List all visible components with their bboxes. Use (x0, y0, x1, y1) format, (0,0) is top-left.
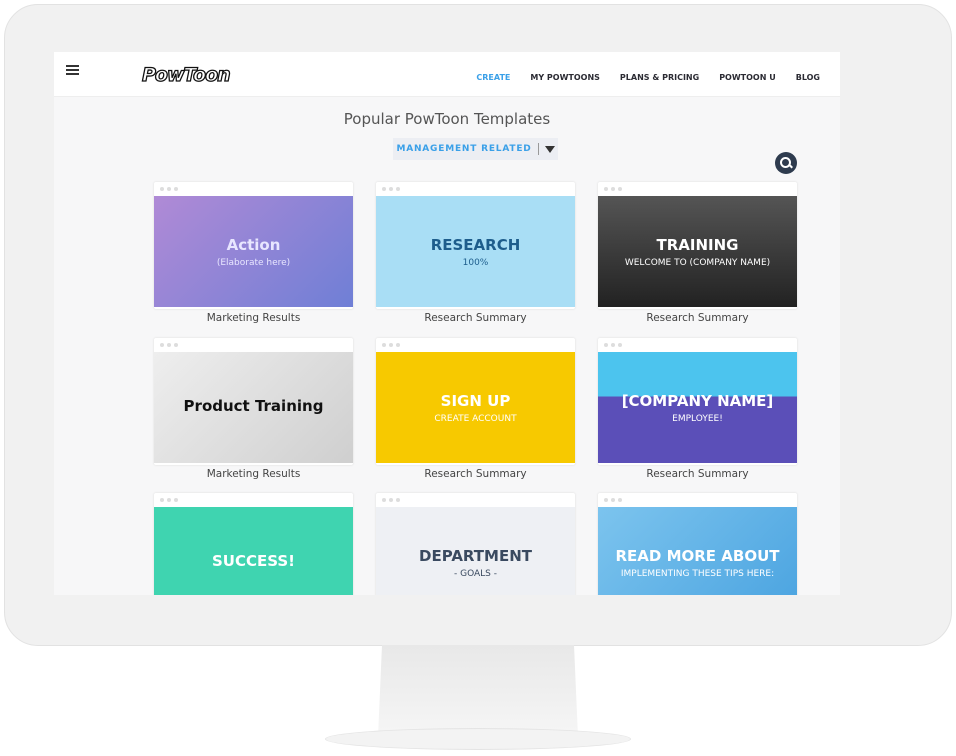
template-card[interactable]: [COMPANY NAME] EMPLOYEE! Research Summar… (598, 338, 797, 480)
template-label: Research Summary (424, 468, 527, 480)
window-dots (382, 187, 400, 191)
template-card[interactable]: DEPARTMENT - GOALS - (376, 493, 575, 595)
window-dots (604, 343, 622, 347)
template-label: Marketing Results (206, 312, 301, 324)
screen: PowToon CREATE MY POWTOONS PLANS & PRICING… (54, 52, 840, 595)
window-dots (160, 498, 178, 502)
template-card[interactable]: Action (Elaborate here) Marketing Result… (154, 182, 353, 324)
thumbnail-subtitle: WELCOME TO (COMPANY NAME) (624, 257, 771, 268)
top-nav: PowToon CREATE MY POWTOONS PLANS & PRICING… (54, 52, 840, 97)
thumbnail-title: RESEARCH (430, 235, 521, 254)
thumbnail-title: Action (226, 235, 281, 254)
template-card[interactable]: READ MORE ABOUT IMPLEMENTING THESE TIPS … (598, 493, 797, 595)
thumbnail-subtitle: EMPLOYEE! (672, 413, 723, 424)
nav-links: CREATE MY POWTOONS PLANS & PRICING POWTOON … (476, 73, 820, 82)
thumbnail-subtitle: 100% (462, 257, 489, 268)
divider (537, 143, 539, 155)
window-dots (160, 343, 178, 347)
template-card[interactable]: SUCCESS! (154, 493, 353, 595)
thumbnail-subtitle: CREATE ACCOUNT (434, 413, 517, 424)
nav-link-powtoon-u[interactable]: POWTOON U (719, 73, 776, 82)
nav-link-create[interactable]: CREATE (476, 73, 510, 82)
template-label: Research Summary (424, 312, 527, 324)
thumbnail-subtitle: - GOALS - (453, 568, 497, 579)
nav-link-blog[interactable]: BLOG (796, 73, 820, 82)
template-card[interactable]: SIGN UP CREATE ACCOUNT Research Summary (376, 338, 575, 480)
window-dots (160, 187, 178, 191)
thumbnail-title: DEPARTMENT (419, 546, 532, 565)
search-icon[interactable] (775, 152, 797, 174)
nav-link-my-powtoons[interactable]: MY POWTOONS (530, 73, 600, 82)
thumbnail-subtitle: (Elaborate here) (216, 257, 291, 268)
template-card[interactable]: Product Training Marketing Results (154, 338, 353, 480)
thumbnail-title: SIGN UP (440, 391, 511, 410)
thumbnail-subtitle: IMPLEMENTING THESE TIPS HERE: (620, 568, 775, 579)
template-thumbnail[interactable]: DEPARTMENT - GOALS - (376, 507, 575, 595)
thumbnail-title: READ MORE ABOUT (615, 546, 780, 565)
monitor-base (325, 728, 631, 750)
template-thumbnail[interactable]: SUCCESS! (154, 507, 353, 595)
category-dropdown[interactable]: MANAGEMENT RELATED (393, 138, 558, 160)
template-thumbnail[interactable]: RESEARCH 100% (376, 196, 575, 307)
category-selected: MANAGEMENT RELATED (396, 144, 532, 154)
template-thumbnail[interactable]: Action (Elaborate here) (154, 196, 353, 307)
hamburger-menu-icon[interactable] (66, 65, 79, 75)
powtoon-logo[interactable]: PowToon (141, 63, 231, 86)
chevron-down-icon (544, 145, 555, 153)
nav-link-plans-pricing[interactable]: PLANS & PRICING (620, 73, 699, 82)
window-dots (604, 187, 622, 191)
window-dots (382, 343, 400, 347)
page-title: Popular PowToon Templates (343, 110, 551, 128)
template-card[interactable]: TRAINING WELCOME TO (COMPANY NAME) Resea… (598, 182, 797, 324)
template-label: Research Summary (646, 312, 749, 324)
template-label: Research Summary (646, 468, 749, 480)
template-thumbnail[interactable]: TRAINING WELCOME TO (COMPANY NAME) (598, 196, 797, 307)
thumbnail-title: SUCCESS! (211, 551, 296, 570)
template-thumbnail[interactable]: READ MORE ABOUT IMPLEMENTING THESE TIPS … (598, 507, 797, 595)
thumbnail-title: [COMPANY NAME] (621, 391, 774, 410)
thumbnail-title: TRAINING (656, 235, 739, 254)
template-thumbnail[interactable]: [COMPANY NAME] EMPLOYEE! (598, 352, 797, 463)
template-label: Marketing Results (206, 468, 301, 480)
template-thumbnail[interactable]: SIGN UP CREATE ACCOUNT (376, 352, 575, 463)
thumbnail-title: Product Training (183, 396, 324, 415)
template-card[interactable]: RESEARCH 100% Research Summary (376, 182, 575, 324)
monitor-stand (378, 645, 578, 737)
window-dots (382, 498, 400, 502)
window-dots (604, 498, 622, 502)
template-thumbnail[interactable]: Product Training (154, 352, 353, 463)
